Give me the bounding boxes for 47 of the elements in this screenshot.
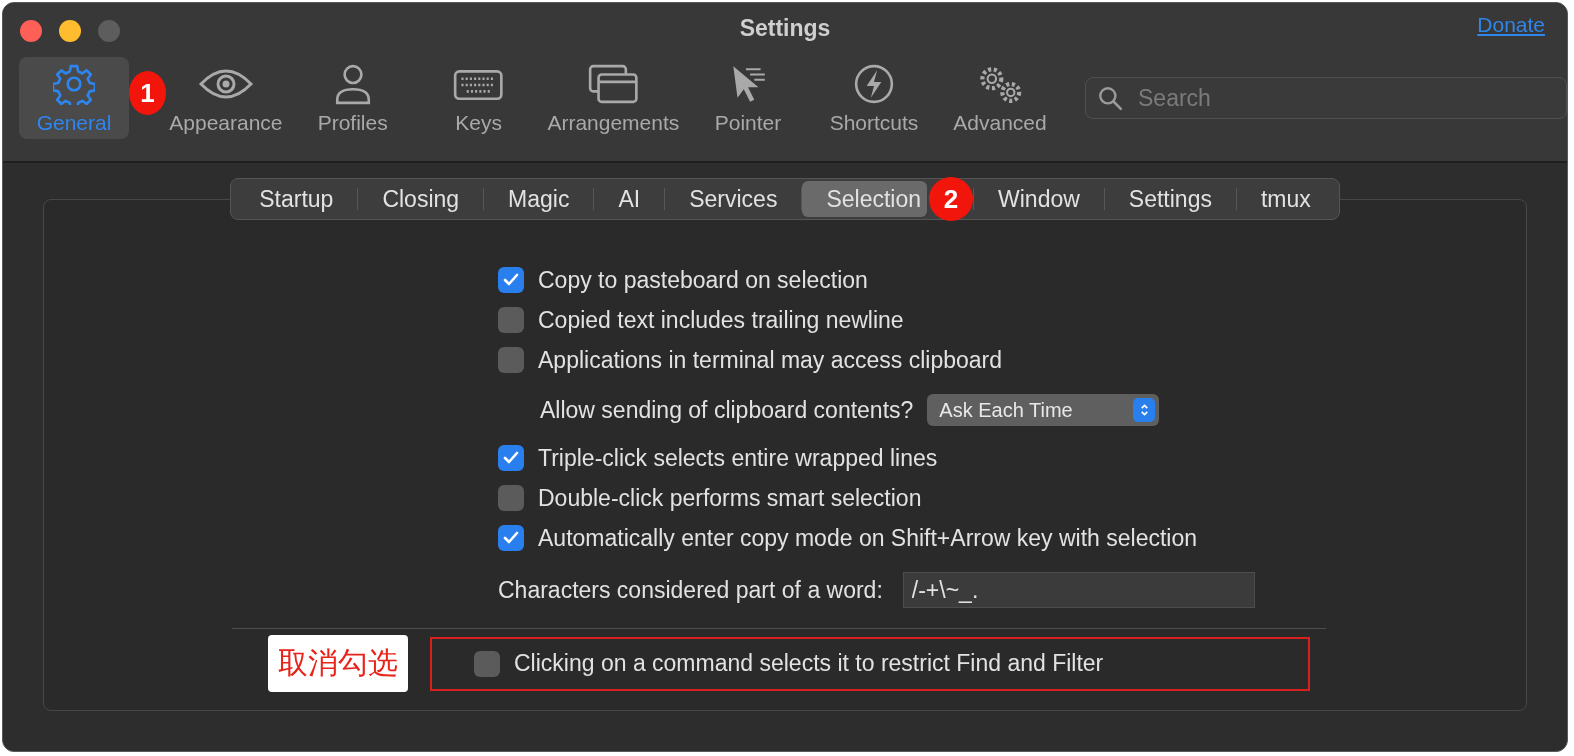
tab[interactable]: Startup (235, 181, 358, 217)
checkbox-label: Copy to pasteboard on selection (538, 266, 868, 294)
checkbox[interactable] (498, 525, 524, 551)
toolbar-tab[interactable]: Advanced (945, 57, 1055, 139)
window-title: Settings (739, 14, 831, 42)
tab[interactable]: Window (974, 181, 1104, 217)
input-field[interactable]: /-+\~_. (902, 572, 1255, 608)
tab[interactable]: Closing (358, 181, 484, 217)
gear-icon (53, 63, 95, 105)
tab[interactable]: Magic (484, 181, 594, 217)
tab[interactable]: Services (665, 181, 802, 217)
checkbox-label: Automatically enter copy mode on Shift+Arrow key with selection (538, 524, 1197, 552)
checkbox[interactable] (498, 267, 524, 293)
step-badge: 2 (929, 177, 973, 221)
toolbar-tab[interactable]: Appearance (170, 57, 282, 139)
tab[interactable]: AI (594, 181, 665, 217)
checkbox[interactable] (498, 445, 524, 471)
checkbox[interactable] (498, 347, 524, 373)
toolbar-tab[interactable]: Arrangements (549, 57, 677, 139)
checkbox[interactable] (474, 650, 500, 677)
toolbar-tab[interactable]: Profiles (297, 57, 408, 139)
search-icon (1097, 85, 1123, 111)
search-field[interactable]: Search (1085, 77, 1567, 119)
checkbox-label: Applications in terminal may access clipboard (538, 346, 1003, 374)
tab[interactable]: tmux (1236, 181, 1335, 217)
dropdown-label: Allow sending of clipboard contents? (540, 396, 914, 424)
field-label: Characters considered part of a word: (498, 576, 883, 604)
minimize-button[interactable] (59, 20, 81, 42)
annotation-note: 取消勾选 (268, 635, 408, 692)
checkbox-label: Clicking on a command selects it to restrict Find and Filter (514, 650, 1104, 677)
checkbox-label: Copied text includes trailing newline (538, 306, 904, 334)
donate-link[interactable]: Donate (1477, 13, 1545, 37)
step-badge: 1 (129, 71, 167, 115)
toolbar-tab[interactable]: Keys (423, 57, 534, 139)
checkbox-label: Double-click performs smart selection (538, 484, 922, 512)
tab[interactable]: Settings (1104, 181, 1236, 217)
checkbox[interactable] (498, 307, 524, 333)
dropdown[interactable]: Ask Each Time (927, 394, 1160, 426)
toolbar-tab[interactable]: Pointer (693, 57, 803, 139)
windows-icon (587, 63, 640, 105)
checkbox-label: Triple-click selects entire wrapped lines (538, 444, 938, 472)
close-button[interactable] (20, 20, 42, 42)
chevron-icon (1133, 398, 1156, 422)
tab[interactable]: Selection (802, 181, 927, 217)
checkbox[interactable] (498, 485, 524, 511)
toolbar-tab[interactable]: Shortcuts (819, 57, 929, 139)
bolt-icon (853, 63, 895, 105)
